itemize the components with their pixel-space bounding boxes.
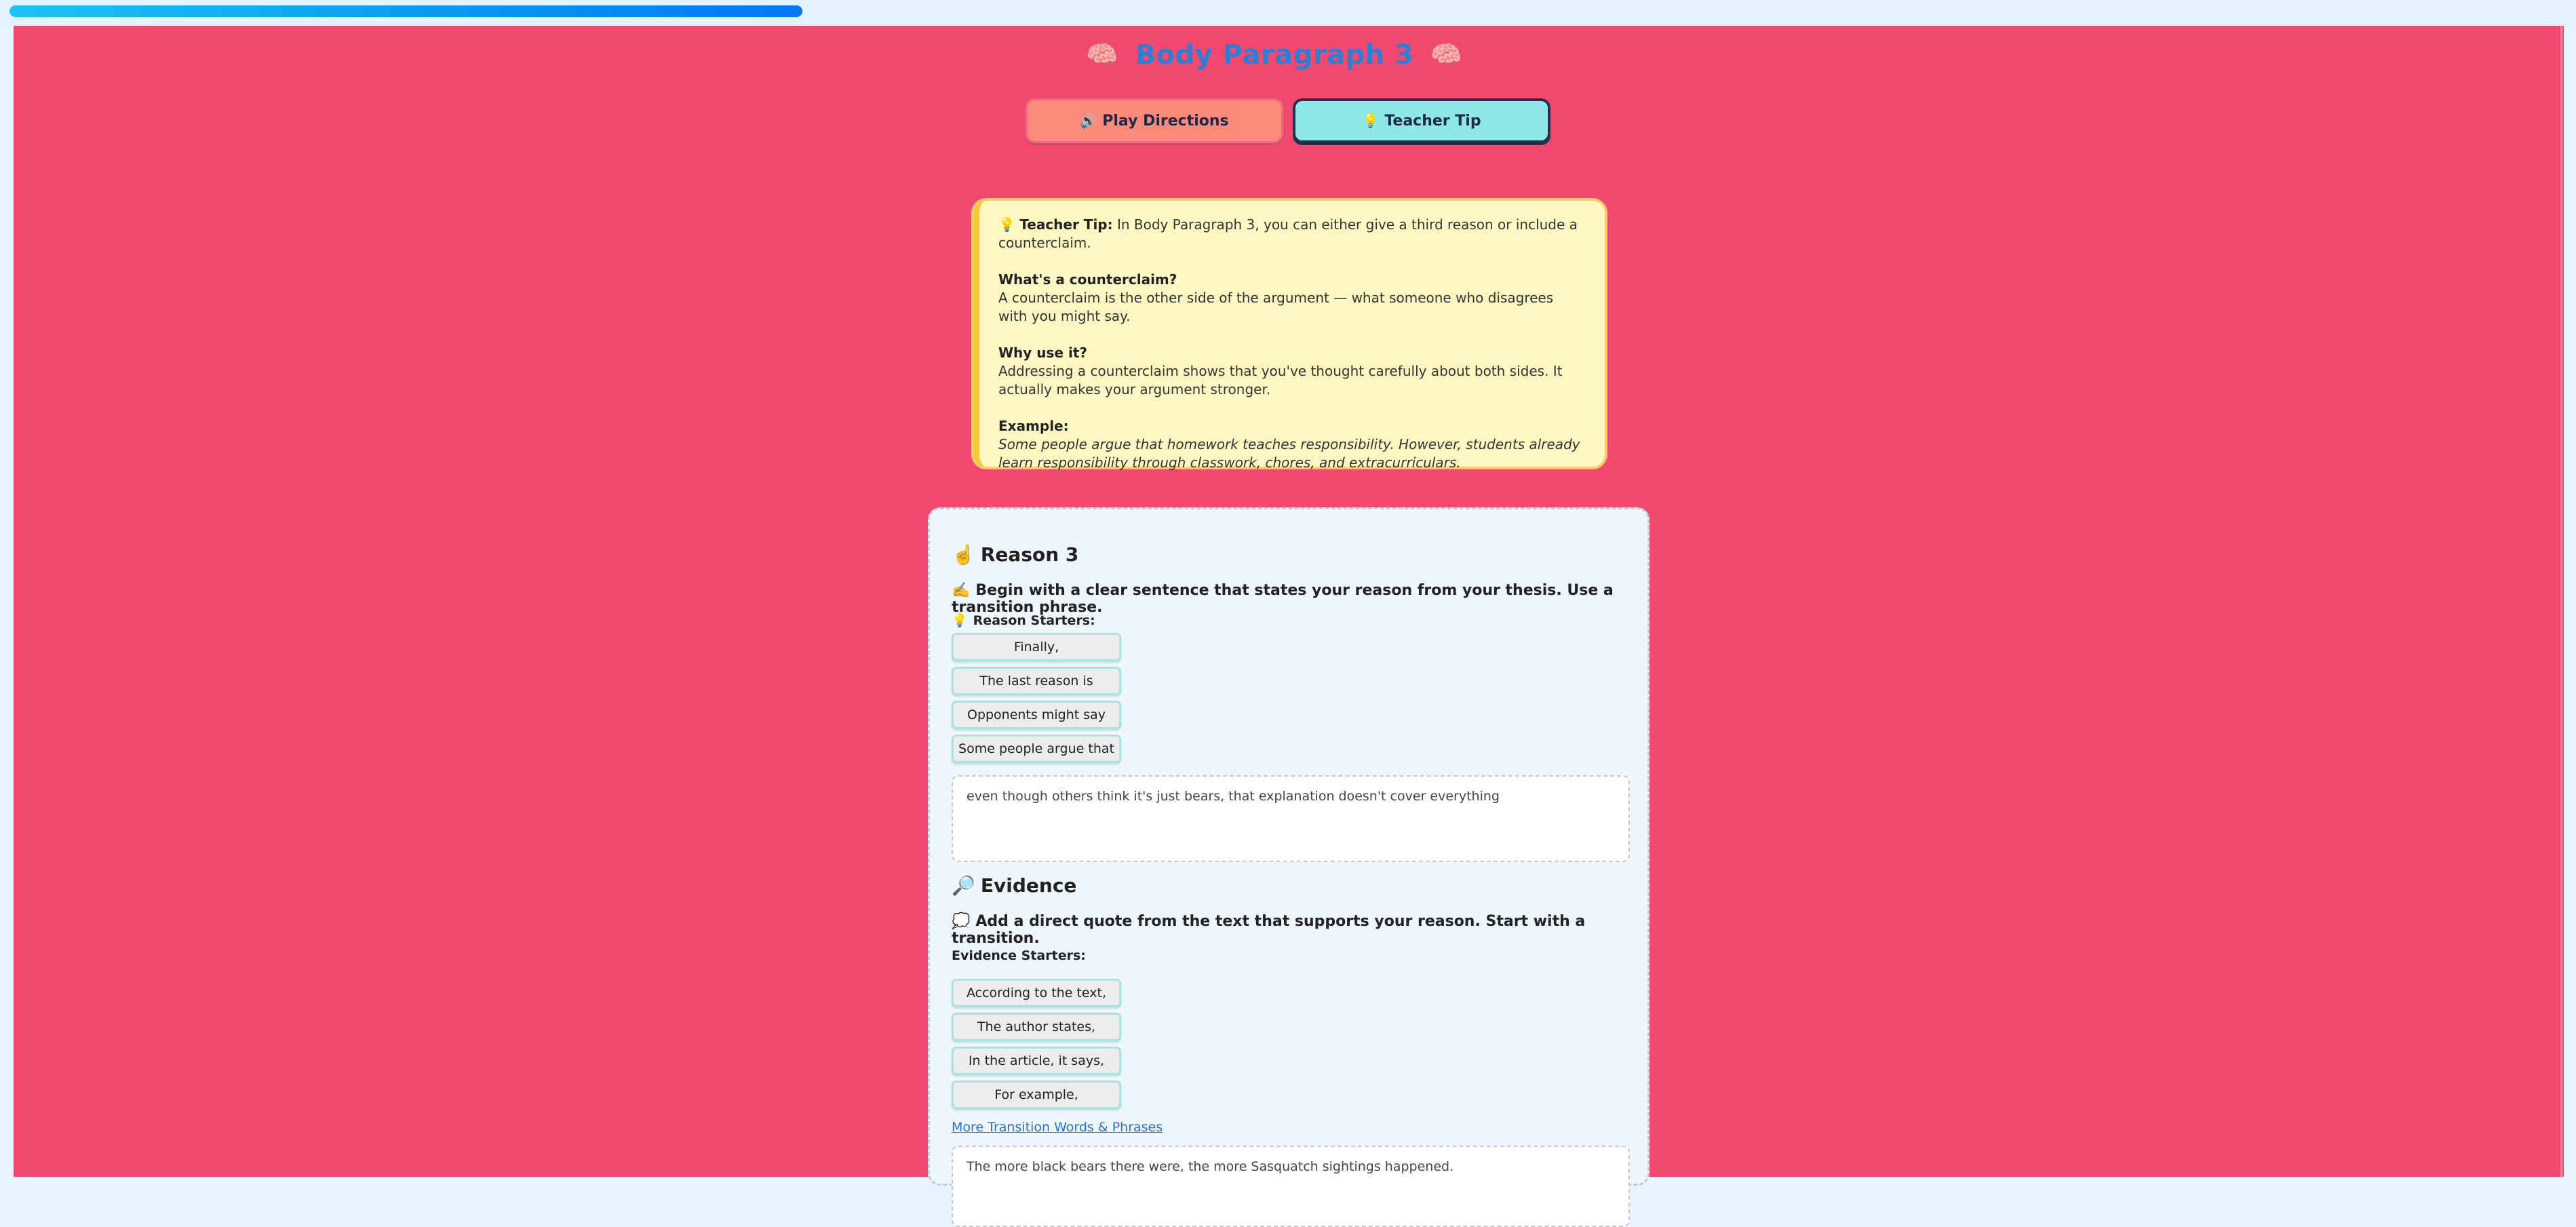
- lightbulb-icon: 💡: [952, 613, 968, 628]
- reason-starter-button[interactable]: The last reason is: [952, 667, 1121, 695]
- reason-starters-label-text: Reason Starters:: [973, 613, 1095, 628]
- tip-q1-heading: What's a counterclaim?: [998, 271, 1177, 288]
- lightbulb-icon: 💡: [998, 216, 1015, 233]
- scrollbar-edge: [2560, 26, 2562, 1177]
- page-title-text: Body Paragraph 3: [1135, 39, 1414, 71]
- evidence-instruction-text: Add a direct quote from the text that su…: [952, 913, 1586, 947]
- tip-example-text: Some people argue that homework teaches …: [998, 436, 1580, 471]
- pointing-finger-icon: ☝️: [952, 543, 975, 566]
- progress-bar-fill: [9, 5, 802, 17]
- reason-instruction-text: Begin with a clear sentence that states …: [952, 582, 1614, 616]
- tip-counterclaim: What's a counterclaim? A counterclaim is…: [998, 271, 1586, 326]
- play-directions-label: Play Directions: [1102, 112, 1229, 130]
- tip-example-heading: Example:: [998, 418, 1069, 434]
- teacher-tip-panel: 💡 Teacher Tip: In Body Paragraph 3, you …: [974, 201, 1605, 471]
- page-title: 🧠 Body Paragraph 3 🧠: [0, 39, 2549, 71]
- tab-bar: 🔊 Play Directions 💡 Teacher Tip: [1015, 98, 1557, 147]
- evidence-starter-button[interactable]: The author states,: [952, 1013, 1121, 1041]
- teacher-tip-button[interactable]: 💡 Teacher Tip: [1293, 98, 1550, 143]
- tip-q1-text: A counterclaim is the other side of the …: [998, 290, 1554, 324]
- evidence-starters-label: Evidence Starters:: [952, 948, 1086, 963]
- evidence-starter-button[interactable]: According to the text,: [952, 979, 1121, 1007]
- teacher-tip-label: Teacher Tip: [1384, 112, 1481, 130]
- reason-starter-button[interactable]: Finally,: [952, 633, 1121, 661]
- tip-example: Example: Some people argue that homework…: [998, 417, 1586, 472]
- reason-heading-text: Reason 3: [980, 543, 1079, 566]
- tip-q2-heading: Why use it?: [998, 345, 1087, 361]
- evidence-starter-button[interactable]: For example,: [952, 1080, 1121, 1109]
- progress-track: [0, 0, 2576, 26]
- brain-icon: 🧠: [1430, 40, 1463, 70]
- paragraph-card: ☝️ Reason 3 ✍️ Begin with a clear sentence…: [928, 507, 1650, 1227]
- writing-hand-icon: ✍️: [952, 582, 971, 599]
- tip-q2-text: Addressing a counterclaim shows that you…: [998, 363, 1563, 397]
- reason-answer-input[interactable]: even though others think it's just bears…: [952, 775, 1630, 862]
- reason-heading: ☝️ Reason 3: [952, 543, 1078, 566]
- transition-words-link[interactable]: More Transition Words & Phrases: [952, 1120, 1163, 1135]
- evidence-answer-input[interactable]: The more black bears there were, the mor…: [952, 1146, 1630, 1227]
- reason-starter-button[interactable]: Some people argue that: [952, 735, 1121, 763]
- play-directions-button[interactable]: 🔊 Play Directions: [1026, 98, 1283, 143]
- reason-starter-button[interactable]: Opponents might say: [952, 701, 1121, 729]
- evidence-heading-text: Evidence: [980, 874, 1077, 897]
- lightbulb-icon: 💡: [1362, 113, 1380, 129]
- magnifier-icon: 🔎: [952, 874, 975, 897]
- reason-starters-label: 💡 Reason Starters:: [952, 612, 1095, 628]
- tip-intro: 💡 Teacher Tip: In Body Paragraph 3, you …: [998, 216, 1586, 252]
- thought-bubble-icon: 💭: [952, 913, 971, 930]
- brain-icon: 🧠: [1086, 40, 1119, 70]
- tip-lead-label: Teacher Tip:: [1019, 216, 1113, 233]
- evidence-starter-button[interactable]: In the article, it says,: [952, 1047, 1121, 1075]
- evidence-heading: 🔎 Evidence: [952, 874, 1076, 897]
- evidence-instruction: 💭 Add a direct quote from the text that s…: [952, 913, 1647, 947]
- tip-why: Why use it? Addressing a counterclaim sh…: [998, 344, 1586, 399]
- speaker-icon: 🔊: [1080, 113, 1097, 129]
- reason-instruction: ✍️ Begin with a clear sentence that state…: [952, 582, 1647, 616]
